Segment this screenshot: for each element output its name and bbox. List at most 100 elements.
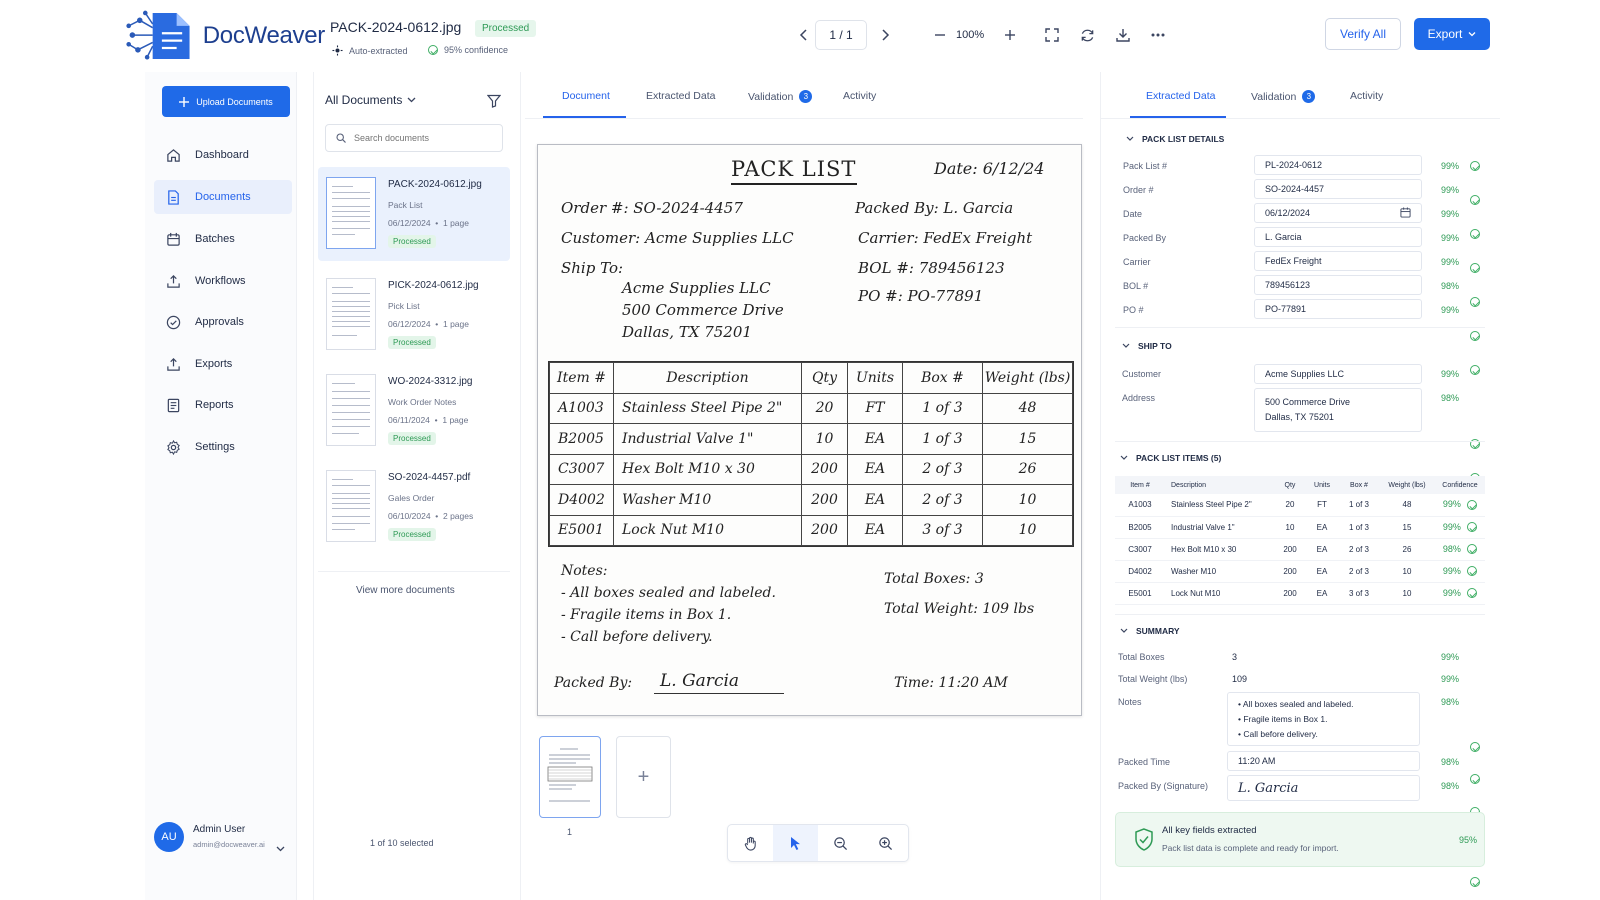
table-row[interactable]: D4002 Washer M10 200 EA 2 of 3 10 99%: [1115, 560, 1485, 583]
table-row: B2005 Industrial Valve 1" 10 EA 1 of 3 15: [549, 423, 1073, 455]
page-indicator[interactable]: 1 / 1: [815, 20, 867, 50]
table-row: A1003 Stainless Steel Pipe 2" 20 FT 1 of 3 48: [549, 392, 1073, 424]
zoom-out-button[interactable]: [929, 24, 951, 46]
refresh-button[interactable]: [1076, 24, 1098, 46]
upload-documents-button[interactable]: Upload Documents: [162, 86, 290, 117]
section-toggle-pack-list-items[interactable]: PACK LIST ITEMS (5): [1120, 453, 1221, 463]
zoom-in-button[interactable]: [999, 24, 1021, 46]
table-row[interactable]: C3007 Hex Bolt M10 x 30 200 EA 2 of 3 26 98%: [1115, 538, 1485, 561]
date-field[interactable]: 06/12/2024: [1254, 203, 1422, 223]
zoom-in-tool-button[interactable]: [863, 825, 908, 861]
date-picker-button[interactable]: [1400, 207, 1411, 218]
fullscreen-icon: [1045, 28, 1059, 42]
plus-icon: [179, 96, 190, 107]
order-number-field[interactable]: SO-2024-4457: [1254, 179, 1422, 199]
user-menu-toggle[interactable]: [276, 846, 285, 852]
packed-time-field[interactable]: 11:20 AM: [1227, 751, 1420, 771]
table-cell: Industrial Valve 1": [1165, 516, 1275, 539]
total-boxes-value[interactable]: 3: [1232, 652, 1237, 662]
pan-tool-button[interactable]: [728, 825, 773, 861]
document-thumbnail: [326, 470, 376, 542]
notes-field[interactable]: • All boxes sealed and labeled. • Fragil…: [1227, 692, 1420, 746]
table-row[interactable]: E5001 Lock Nut M10 200 EA 3 of 3 10 99%: [1115, 582, 1485, 605]
sidebar-item-label: Dashboard: [195, 149, 249, 161]
sidebar-item-dashboard[interactable]: Dashboard: [154, 138, 292, 172]
sidebar-item-workflows[interactable]: Workflows: [154, 264, 292, 298]
tab-extracted-data[interactable]: Extracted Data: [1146, 90, 1215, 102]
sidebar-item-documents[interactable]: Documents: [154, 180, 292, 214]
status-badge: Processed: [388, 432, 436, 445]
document-date-pages: 06/11/2024 • 1 page: [388, 415, 469, 425]
section-toggle-summary[interactable]: SUMMARY: [1120, 626, 1180, 636]
search-documents[interactable]: [325, 124, 503, 152]
tab-label: Validation: [748, 90, 794, 103]
pack-list-document-image: PACK LIST Date: 6/12/24 Order #: SO-2024…: [537, 144, 1082, 716]
sidebar-item-batches[interactable]: Batches: [154, 222, 292, 256]
sidebar-item-exports[interactable]: Exports: [154, 347, 292, 381]
confidence-indicator: 95% confidence: [428, 45, 508, 55]
document-card[interactable]: PACK-2024-0612.jpg Pack List 06/12/2024 …: [318, 167, 510, 261]
view-more-documents-link[interactable]: View more documents: [356, 585, 455, 596]
po-number-field[interactable]: PO-77891: [1254, 299, 1422, 319]
confidence-value: 99%: [1441, 209, 1460, 219]
document-card[interactable]: WO-2024-3312.jpg Work Order Notes 06/11/…: [318, 364, 510, 458]
field-label: Notes: [1118, 697, 1142, 707]
zoom-out-tool-button[interactable]: [818, 825, 863, 861]
carrier-field[interactable]: FedEx Freight: [1254, 251, 1422, 271]
next-page-button[interactable]: [874, 24, 896, 46]
chevron-down-icon: [1126, 136, 1134, 141]
export-button[interactable]: Export: [1414, 18, 1490, 50]
tab-extracted-data[interactable]: Extracted Data: [646, 90, 715, 102]
tab-validation[interactable]: Validation 3: [1251, 90, 1316, 103]
download-button[interactable]: [1112, 24, 1134, 46]
more-options-button[interactable]: [1147, 24, 1169, 46]
packed-by-field[interactable]: L. Garcia: [1254, 227, 1422, 247]
divider: [318, 571, 510, 572]
tab-validation[interactable]: Validation 3: [748, 90, 813, 103]
sidebar-item-label: Documents: [195, 191, 251, 203]
table-cell: 200: [801, 514, 848, 546]
select-tool-button[interactable]: [773, 825, 818, 861]
total-weight-value[interactable]: 109: [1232, 674, 1247, 684]
bol-number-field[interactable]: 789456123: [1254, 275, 1422, 295]
tab-document[interactable]: Document: [562, 90, 610, 102]
verify-all-button[interactable]: Verify All: [1325, 18, 1401, 50]
check-circle-icon: [1467, 522, 1478, 533]
extraction-status-banner: All key fields extracted Pack list data …: [1115, 812, 1485, 867]
column-header: Description: [613, 362, 802, 394]
customer-field[interactable]: Acme Supplies LLC: [1254, 364, 1422, 384]
document-filter-dropdown[interactable]: All Documents: [325, 93, 416, 107]
table-row[interactable]: B2005 Industrial Valve 1" 10 EA 1 of 3 15 99%: [1115, 516, 1485, 539]
field-label: Date: [1123, 209, 1143, 219]
sidebar-item-settings[interactable]: Settings: [154, 430, 292, 464]
avatar[interactable]: AU: [154, 822, 184, 852]
pack-list-number-field[interactable]: PL-2024-0612: [1254, 155, 1422, 175]
table-row[interactable]: A1003 Stainless Steel Pipe 2" 20 FT 1 of 3 48…: [1115, 494, 1485, 517]
document-date: 06/11/2024: [388, 415, 430, 425]
confidence-value: 99%: [1441, 305, 1460, 315]
document-date: 06/12/2024: [388, 319, 431, 329]
paper-ship-to-line: Acme Supplies LLC: [622, 279, 771, 297]
filter-button[interactable]: [487, 94, 501, 108]
section-toggle-ship-to[interactable]: SHIP TO: [1122, 341, 1172, 351]
previous-page-button[interactable]: [793, 24, 815, 46]
tab-activity[interactable]: Activity: [1350, 90, 1383, 102]
table-cell: 1 of 3: [902, 423, 983, 455]
add-page-button[interactable]: +: [616, 736, 671, 818]
sidebar-item-approvals[interactable]: Approvals: [154, 305, 292, 339]
field-label: PO #: [1123, 305, 1144, 315]
search-input[interactable]: [354, 133, 484, 143]
signature-field[interactable]: L. Garcia: [1227, 775, 1420, 801]
document-card[interactable]: SO-2024-4457.pdf Gales Order 06/10/2024 …: [318, 460, 510, 554]
document-card[interactable]: PICK-2024-0612.jpg Pick List 06/12/2024 …: [318, 268, 510, 362]
document-thumbnail: [326, 374, 376, 446]
fullscreen-button[interactable]: [1041, 24, 1063, 46]
chevron-right-icon: [882, 29, 890, 41]
sidebar-item-reports[interactable]: Reports: [154, 388, 292, 422]
section-toggle-pack-list-details[interactable]: PACK LIST DETAILS: [1126, 134, 1224, 144]
validation-count-badge: 3: [799, 90, 813, 103]
tab-activity[interactable]: Activity: [843, 90, 876, 102]
page-number: 1: [567, 827, 573, 837]
page-thumbnail[interactable]: [539, 736, 601, 818]
address-field[interactable]: 500 Commerce Drive Dallas, TX 75201: [1254, 388, 1422, 432]
